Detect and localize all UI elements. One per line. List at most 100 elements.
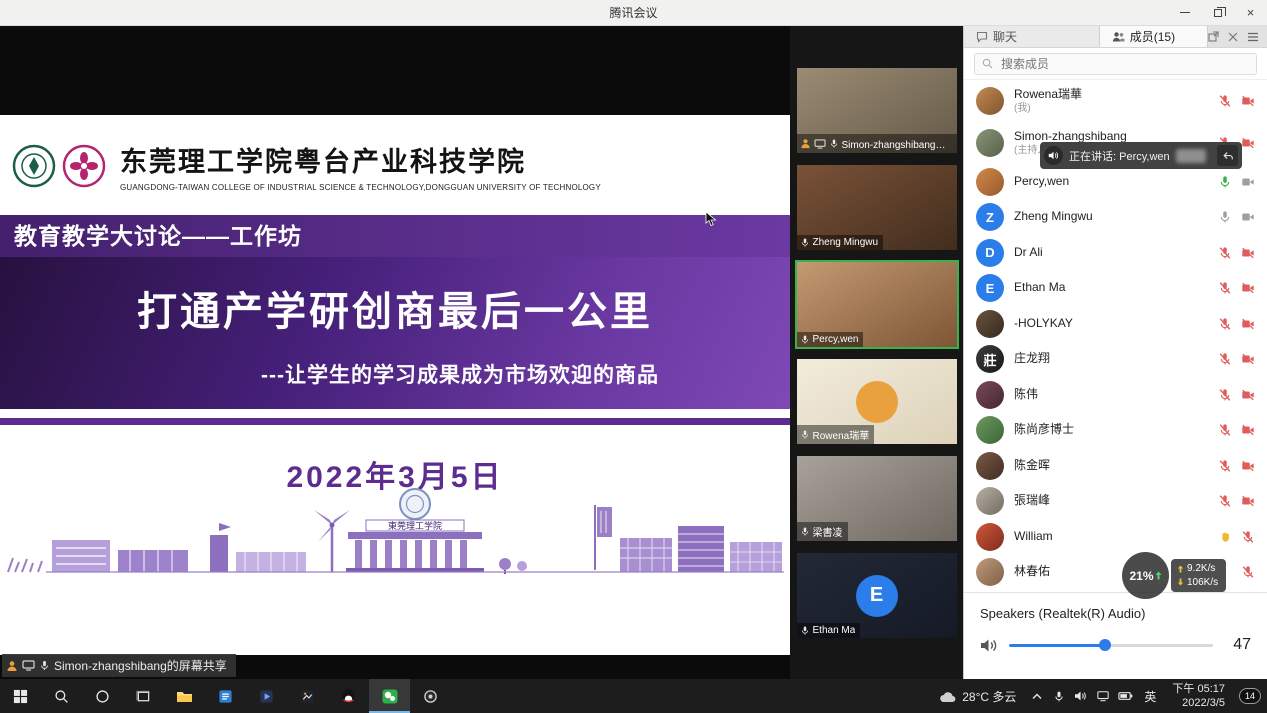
tab-chat-label: 聊天	[993, 28, 1017, 45]
tray-battery-button[interactable]	[1114, 679, 1136, 713]
minimize-icon	[1180, 12, 1190, 13]
member-text: Dr Ali	[1014, 246, 1043, 260]
tab-chat[interactable]: 聊天	[964, 26, 1100, 47]
camera-status-icon	[1241, 246, 1255, 260]
member-text: -HOLYKAY	[1014, 317, 1073, 331]
member-row[interactable]: 陈尚彦博士	[964, 413, 1267, 449]
member-row[interactable]: 張瑞峰	[964, 484, 1267, 520]
member-avatar: Z	[976, 203, 1004, 231]
member-status-icons	[1218, 246, 1255, 260]
volume-handle[interactable]	[1099, 639, 1111, 651]
member-text: Ethan Ma	[1014, 281, 1065, 295]
cortana-button[interactable]	[82, 679, 123, 713]
member-name: 陈尚彦博士	[1014, 423, 1074, 437]
member-name: Dr Ali	[1014, 246, 1043, 260]
speaker-icon	[1074, 690, 1088, 702]
video-app-button[interactable]	[246, 679, 287, 713]
docs-app-button[interactable]	[205, 679, 246, 713]
mic-status-icon	[1218, 281, 1232, 295]
member-row[interactable]: D Dr Ali	[964, 235, 1267, 271]
video-tile[interactable]: Simon-zhangshibang的...	[797, 68, 957, 153]
tencent-meeting-window: 腾讯会议 ×	[0, 0, 1267, 713]
qq-app-button[interactable]	[328, 679, 369, 713]
member-name: Percy,wen	[1014, 175, 1069, 189]
college-name-cn: 东莞理工学院粤台产业科技学院	[120, 140, 601, 179]
member-role: (我)	[1014, 103, 1082, 115]
recorder-app-button[interactable]	[410, 679, 451, 713]
tile-name: Percy,wen	[813, 334, 859, 345]
video-tile[interactable]: Percy,wen	[797, 262, 957, 347]
language-indicator[interactable]: 英	[1136, 679, 1164, 713]
volume-icon[interactable]	[980, 637, 999, 654]
mic-status-icon	[1218, 388, 1232, 402]
network-stats-overlay: 21% 9.2K/s 106K/s	[1122, 552, 1226, 599]
member-row[interactable]: -HOLYKAY	[964, 306, 1267, 342]
video-tile[interactable]: Rowena瑞華	[797, 359, 957, 444]
camera-status-icon	[1241, 136, 1255, 150]
member-status-icons	[1218, 388, 1255, 402]
member-text: 林春佑	[1014, 565, 1050, 579]
minimize-button[interactable]	[1168, 0, 1201, 25]
task-view-button[interactable]	[123, 679, 164, 713]
panel-tab-bar: 聊天 成员(15)	[964, 26, 1267, 48]
qq-penguin-icon	[341, 688, 356, 704]
wechat-app-button[interactable]	[369, 679, 410, 713]
speaking-toast-text: 正在讲话: Percy,wen	[1069, 148, 1170, 164]
tab-members[interactable]: 成员(15)	[1100, 26, 1208, 47]
wechat-icon	[382, 689, 398, 704]
speaker-device-label: Speakers (Realtek(R) Audio)	[980, 606, 1251, 621]
tile-name: Zheng Mingwu	[813, 237, 879, 248]
popout-icon[interactable]	[1208, 31, 1219, 42]
hidden-icons-button[interactable]	[1026, 679, 1048, 713]
weather-widget[interactable]: 28°C 多云	[929, 679, 1026, 713]
restore-icon	[1214, 9, 1222, 17]
tray-volume-button[interactable]	[1070, 679, 1092, 713]
tile-label: Percy,wen	[797, 332, 864, 347]
notification-badge[interactable]: 14	[1239, 688, 1261, 704]
sharing-member-icon	[6, 660, 18, 672]
tile-mic-icon	[800, 237, 810, 248]
member-row[interactable]: 陈伟	[964, 377, 1267, 413]
video-tile[interactable]: E Ethan Ma	[797, 553, 957, 638]
restore-button[interactable]	[1201, 0, 1234, 25]
member-row[interactable]: William	[964, 519, 1267, 555]
up-arrow-icon	[1155, 571, 1162, 580]
start-button[interactable]	[0, 679, 41, 713]
tray-mic-button[interactable]	[1048, 679, 1070, 713]
taskbar-apps	[0, 679, 451, 713]
member-name: 庄龙翔	[1014, 352, 1050, 366]
member-status-icons	[1241, 565, 1255, 579]
member-row[interactable]: Rowena瑞華 (我)	[964, 80, 1267, 122]
member-search	[964, 48, 1267, 80]
member-row[interactable]: E Ethan Ma	[964, 271, 1267, 307]
taskbar-search-button[interactable]	[41, 679, 82, 713]
window-title: 腾讯会议	[0, 4, 1267, 21]
member-row[interactable]: Percy,wen	[964, 164, 1267, 200]
media-app-button[interactable]	[287, 679, 328, 713]
panel-actions	[1208, 26, 1267, 47]
close-button[interactable]: ×	[1234, 0, 1267, 25]
member-search-input[interactable]	[974, 53, 1257, 75]
member-row[interactable]: Z Zheng Mingwu	[964, 200, 1267, 236]
panel-close-icon[interactable]	[1228, 32, 1238, 42]
tile-mic-icon	[800, 429, 810, 440]
video-tile[interactable]: Zheng Mingwu	[797, 165, 957, 250]
volume-slider[interactable]	[1009, 638, 1213, 652]
member-avatar: E	[976, 274, 1004, 302]
video-tile[interactable]: 梁書凌	[797, 456, 957, 541]
panel-menu-icon[interactable]	[1247, 32, 1259, 42]
file-explorer-button[interactable]	[164, 679, 205, 713]
cortana-icon	[95, 689, 110, 704]
tile-name: Ethan Ma	[813, 625, 856, 636]
camera-status-icon	[1241, 281, 1255, 295]
tray-network-button[interactable]	[1092, 679, 1114, 713]
reply-button[interactable]	[1217, 145, 1238, 166]
member-status-icons	[1218, 459, 1255, 473]
camera-status-icon	[1241, 494, 1255, 508]
member-status-icons	[1218, 94, 1255, 108]
member-row[interactable]: 莊 庄龙翔	[964, 342, 1267, 378]
member-row[interactable]: 陈金晖	[964, 448, 1267, 484]
windows-logo-icon	[13, 689, 28, 704]
taskbar-clock[interactable]: 下午 05:17 2022/3/5	[1164, 682, 1233, 711]
speaker-icon	[1044, 146, 1063, 165]
